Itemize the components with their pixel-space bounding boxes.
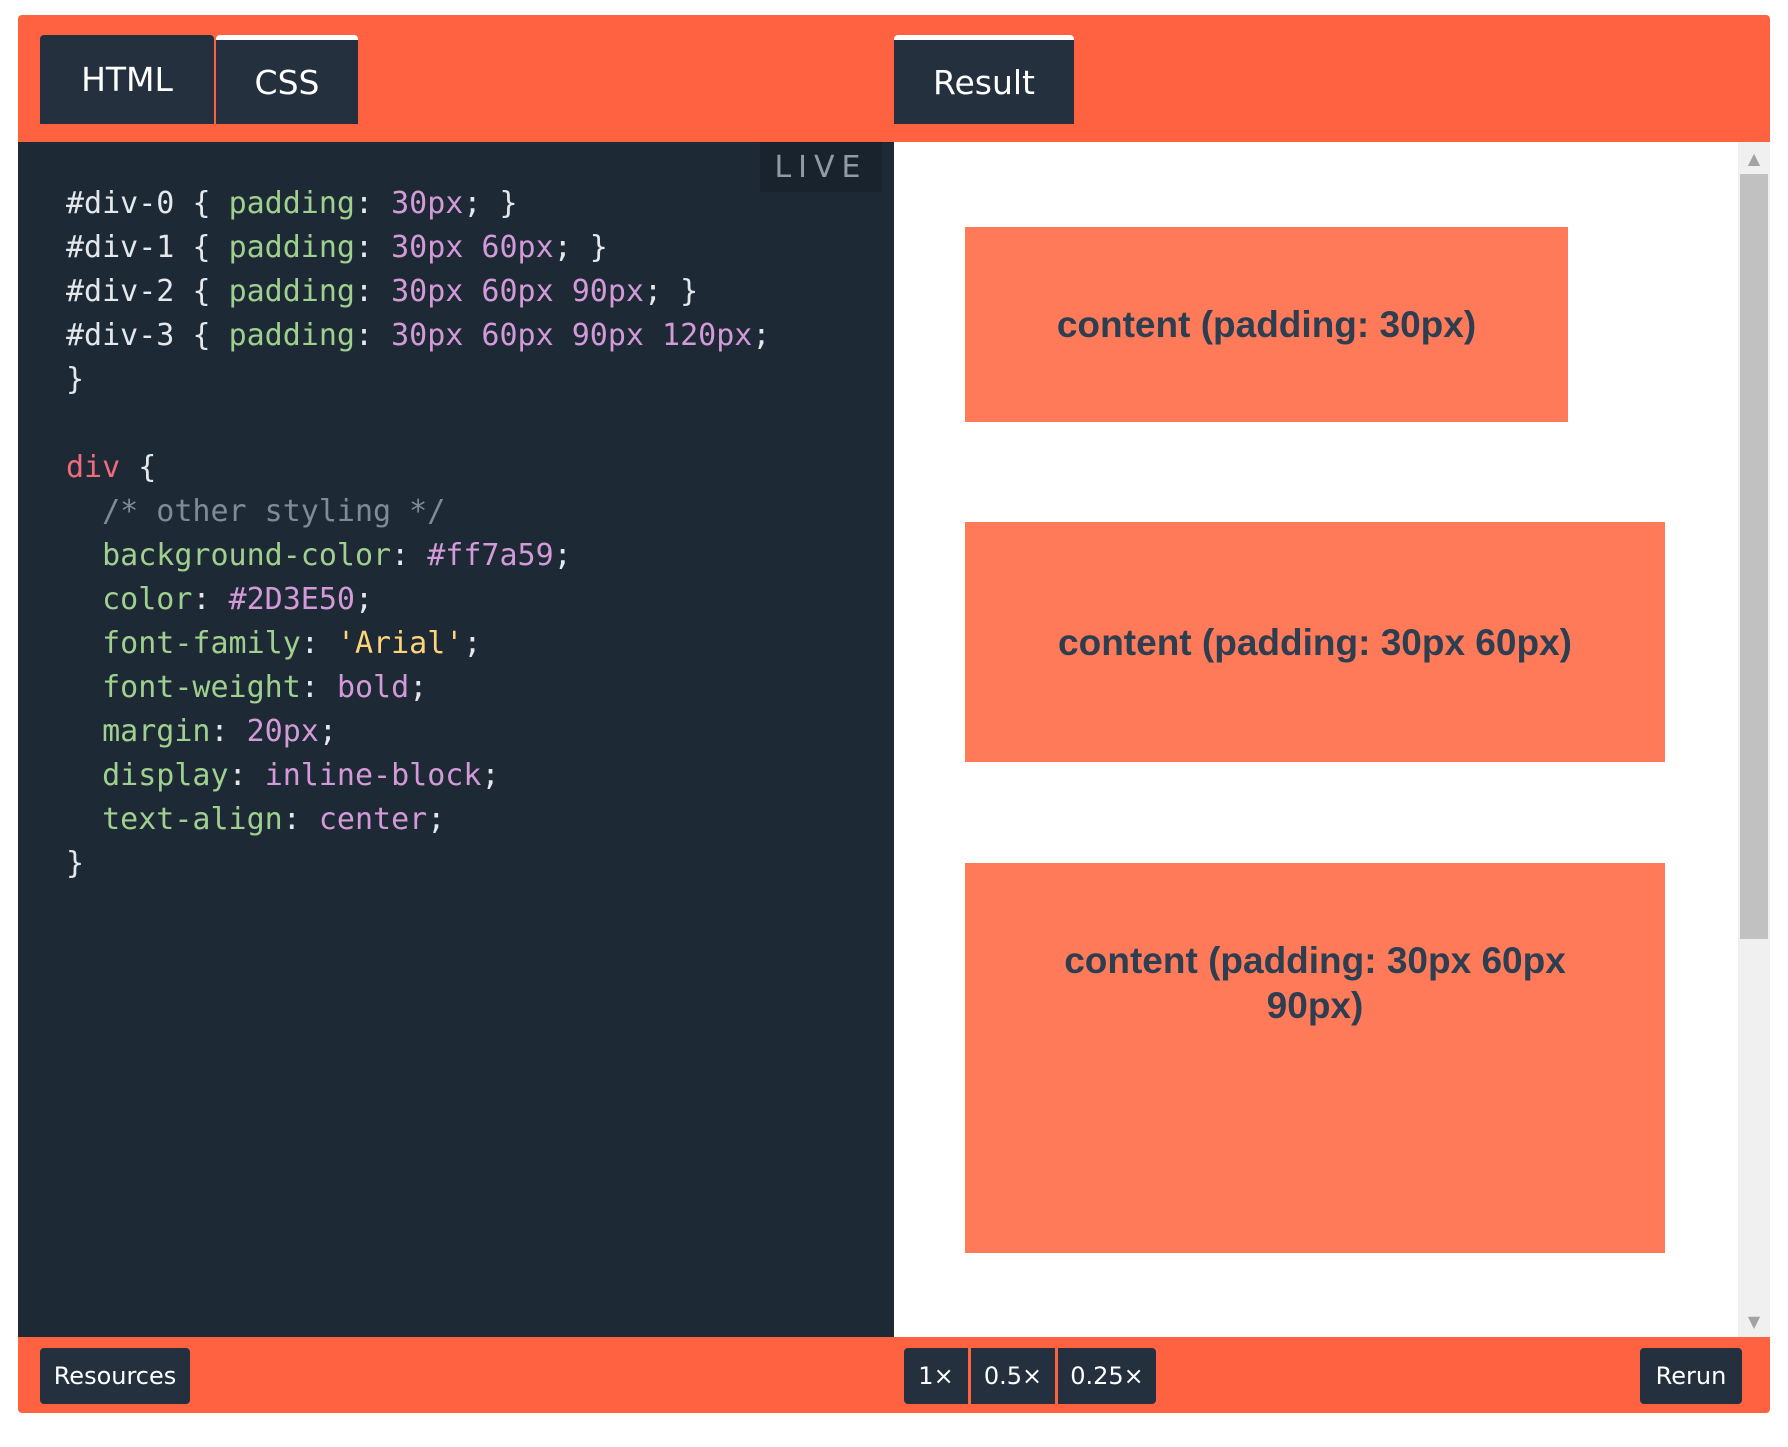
code-token-punc: : (355, 274, 392, 309)
result-box-div-1: content (padding: 30px 60px) (965, 522, 1665, 762)
code-token-punc: : (391, 538, 428, 573)
tab-result[interactable]: Result (894, 35, 1074, 124)
live-badge: LIVE (760, 142, 882, 192)
code-line: display: inline-block; (66, 754, 770, 798)
codepen-embed: HTML CSS Result LIVE #div-0 { padding: 3… (18, 15, 1770, 1413)
code-token-punc: : (210, 714, 247, 749)
code-token-prop: padding (228, 230, 355, 265)
code-token-punc: ; (463, 626, 482, 661)
code-token-val: 20px (246, 714, 319, 749)
scroll-down-icon[interactable]: ▼ (1738, 1307, 1770, 1335)
zoom-1x-button[interactable]: 1× (904, 1348, 968, 1404)
code-token-prop: margin (66, 714, 211, 749)
code-token-punc: ; (553, 538, 572, 573)
code-token-punc: { (192, 186, 229, 221)
code-token-sel: #div-1 (66, 230, 193, 265)
code-token-val: #2D3E50 (228, 582, 355, 617)
code-token-punc: ; (318, 714, 337, 749)
code-token-punc: : (355, 318, 392, 353)
code-token-prop: font-family (66, 626, 301, 661)
code-token-punc: : (192, 582, 229, 617)
code-token-prop: text-align (66, 802, 283, 837)
code-line: font-family: 'Arial'; (66, 622, 770, 666)
code-line: font-weight: bold; (66, 666, 770, 710)
code-line: text-align: center; (66, 798, 770, 842)
code-token-val: inline-block (264, 758, 482, 793)
code-token-punc: : (355, 230, 392, 265)
code-token-punc: ; } (644, 274, 699, 309)
tab-css[interactable]: CSS (216, 35, 358, 124)
code-token-punc: ; (752, 318, 771, 353)
code-token-val: center (318, 802, 428, 837)
code-token-tag: div (66, 450, 121, 485)
code-token-val: #ff7a59 (427, 538, 554, 573)
code-token-punc: ; (355, 582, 374, 617)
code-token-val: 30px 60px 90px 120px (391, 318, 753, 353)
code-line: /* other styling */ (66, 490, 770, 534)
code-token-sel: #div-2 (66, 274, 193, 309)
code-token-prop: padding (228, 186, 355, 221)
code-token-prop: padding (228, 318, 355, 353)
code-line: div { (66, 446, 770, 490)
code-token-str: 'Arial' (336, 626, 464, 661)
code-token-punc: { (192, 318, 229, 353)
code-token-punc: : (228, 758, 265, 793)
code-line: #div-0 { padding: 30px; } (66, 182, 770, 226)
code-line: color: #2D3E50; (66, 578, 770, 622)
code-token-val: 30px 60px (391, 230, 554, 265)
css-code[interactable]: #div-0 { padding: 30px; } #div-1 { paddin… (66, 182, 770, 886)
code-line: #div-3 { padding: 30px 60px 90px 120px; (66, 314, 770, 358)
code-token-punc: : (300, 670, 337, 705)
code-token-sel: #div-3 (66, 318, 193, 353)
code-token-punc: ; (427, 802, 446, 837)
code-line: } (66, 358, 770, 402)
code-line: #div-2 { padding: 30px 60px 90px; } (66, 270, 770, 314)
code-token-val: 30px (391, 186, 464, 221)
code-token-val: bold (336, 670, 410, 705)
result-preview: content (padding: 30px) content (padding… (894, 142, 1770, 1337)
code-token-prop: background-color (66, 538, 392, 573)
code-token-prop: font-weight (66, 670, 301, 705)
code-token-punc: : (300, 626, 337, 661)
zoom-0.25x-button[interactable]: 0.25× (1058, 1348, 1156, 1404)
code-token-punc: ; (409, 670, 428, 705)
code-token-punc: { (120, 450, 157, 485)
code-token-prop: padding (228, 274, 355, 309)
scroll-up-icon[interactable]: ▲ (1738, 144, 1770, 172)
code-token-com: /* other styling */ (66, 494, 446, 529)
result-box-div-2: content (padding: 30px 60px 90px) (965, 863, 1665, 1253)
result-scrollbar[interactable]: ▲ ▼ (1738, 142, 1770, 1337)
tab-html[interactable]: HTML (40, 35, 214, 124)
code-editor[interactable]: LIVE #div-0 { padding: 30px; } #div-1 { p… (18, 142, 894, 1337)
code-token-punc: { (192, 274, 229, 309)
code-token-punc: : (282, 802, 319, 837)
code-token-punc: } (66, 362, 85, 397)
code-token-prop: color (66, 582, 193, 617)
code-token-val: 30px 60px 90px (391, 274, 644, 309)
code-token-punc: ; (481, 758, 500, 793)
code-token-punc: } (66, 846, 85, 881)
code-token-punc: : (355, 186, 392, 221)
zoom-controls: 1× 0.5× 0.25× (904, 1348, 1156, 1404)
code-line: #div-1 { padding: 30px 60px; } (66, 226, 770, 270)
code-line: margin: 20px; (66, 710, 770, 754)
code-token-prop: display (66, 758, 229, 793)
result-box-div-0: content (padding: 30px) (965, 227, 1568, 422)
zoom-0.5x-button[interactable]: 0.5× (971, 1348, 1055, 1404)
resources-button[interactable]: Resources (40, 1348, 190, 1404)
code-token-punc: { (192, 230, 229, 265)
scrollbar-thumb[interactable] (1740, 174, 1768, 939)
code-token-punc: ; } (463, 186, 518, 221)
code-line: background-color: #ff7a59; (66, 534, 770, 578)
code-line: } (66, 842, 770, 886)
code-token-sel: #div-0 (66, 186, 193, 221)
rerun-button[interactable]: Rerun (1640, 1348, 1742, 1404)
code-token-punc: ; } (553, 230, 608, 265)
